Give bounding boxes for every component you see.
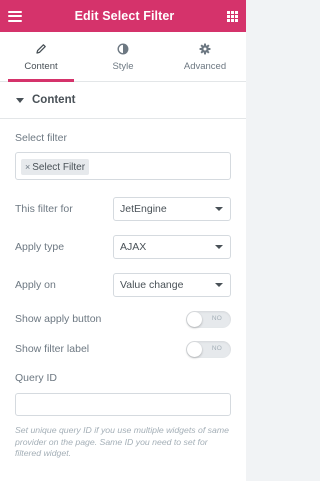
grid-icon[interactable] <box>227 10 238 22</box>
apply-type-row: Apply type AJAX <box>15 228 231 266</box>
dropdown-arrow-icon <box>215 207 223 211</box>
show-apply-button-row: Show apply button NO <box>15 304 231 334</box>
content-section-header[interactable]: Content <box>0 82 246 119</box>
apply-type-value: AJAX <box>120 241 147 253</box>
pencil-icon <box>35 42 47 56</box>
show-filter-label-row: Show filter label NO <box>15 334 231 364</box>
remove-tag-icon[interactable]: × <box>25 162 30 172</box>
select-filter-label: Select filter <box>15 132 67 144</box>
apply-on-select[interactable]: Value change <box>113 273 231 297</box>
this-filter-for-row: This filter for JetEngine <box>15 190 231 228</box>
tab-content[interactable]: Content <box>0 32 82 82</box>
hamburger-icon[interactable] <box>8 10 22 22</box>
show-filter-label-toggle[interactable]: NO <box>186 340 231 358</box>
show-apply-button-toggle[interactable]: NO <box>186 310 231 328</box>
selected-filter-tag: × Select Filter <box>21 159 90 175</box>
dropdown-arrow-icon <box>215 245 223 249</box>
apply-on-row: Apply on Value change <box>15 266 231 304</box>
apply-on-label: Apply on <box>15 279 56 291</box>
gear-icon <box>199 42 211 56</box>
tab-advanced-label: Advanced <box>183 60 227 72</box>
toggle-state-text: NO <box>211 314 222 322</box>
selected-filter-tag-label: Select Filter <box>32 161 86 173</box>
query-id-help-text: Set unique query ID if you use multiple … <box>15 425 229 458</box>
tab-style-label: Style <box>112 60 134 72</box>
section-title: Content <box>32 94 76 106</box>
content-controls: Select filter × Select Filter This filte… <box>0 119 246 481</box>
this-filter-for-select[interactable]: JetEngine <box>113 197 231 221</box>
this-filter-for-label: This filter for <box>15 203 73 215</box>
toggle-knob <box>187 341 202 357</box>
show-filter-label-label: Show filter label <box>15 343 90 355</box>
query-id-input[interactable] <box>15 393 231 416</box>
query-id-label: Query ID <box>15 372 58 384</box>
apply-type-label: Apply type <box>15 241 65 253</box>
apply-on-value: Value change <box>120 279 184 291</box>
panel-tabs: Content Style Advanced <box>0 32 246 82</box>
apply-type-select[interactable]: AJAX <box>113 235 231 259</box>
show-apply-button-label: Show apply button <box>15 313 102 325</box>
toggle-knob <box>187 311 202 327</box>
tab-content-label: Content <box>24 60 58 72</box>
select-filter-field[interactable]: × Select Filter <box>15 152 231 180</box>
toggle-state-text: NO <box>211 344 222 352</box>
panel-title: Edit Select Filter <box>74 9 175 23</box>
tab-advanced[interactable]: Advanced <box>164 32 246 81</box>
dropdown-arrow-icon <box>215 283 223 287</box>
half-circle-icon <box>117 42 129 56</box>
tab-style[interactable]: Style <box>82 32 164 81</box>
caret-down-icon <box>16 97 24 103</box>
this-filter-for-value: JetEngine <box>120 203 167 215</box>
panel-header: Edit Select Filter <box>0 0 246 32</box>
